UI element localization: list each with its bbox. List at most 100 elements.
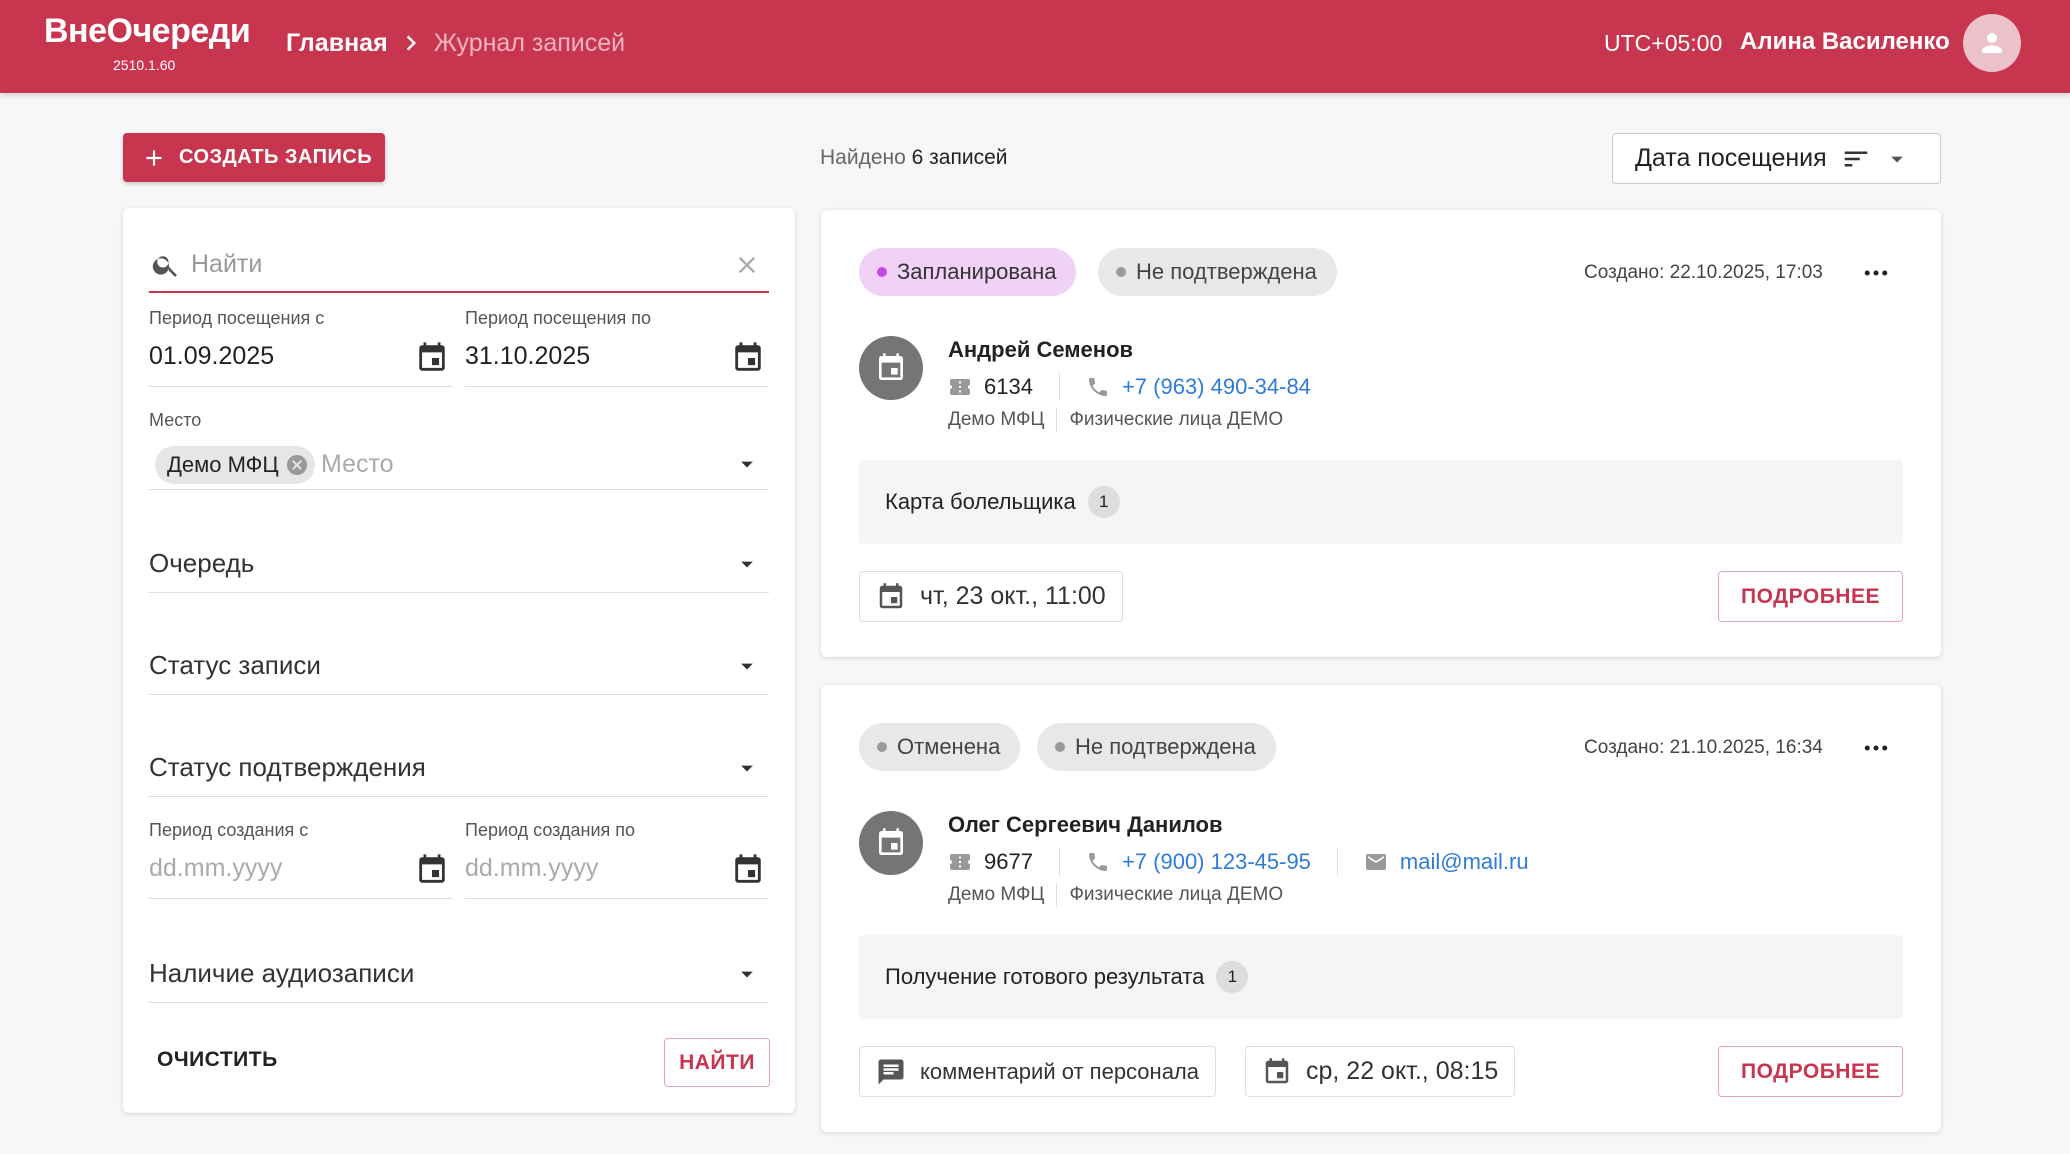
user-avatar-button[interactable]: [1963, 14, 2021, 72]
record-card: Отменена Не подтверждена Создано: 21.10.…: [821, 685, 1941, 1132]
visit-from-value[interactable]: 01.09.2025: [149, 342, 274, 371]
visit-datetime: ср, 22 окт., 08:15: [1245, 1046, 1516, 1097]
status-dot: [877, 742, 887, 752]
email-link[interactable]: mail@mail.ru: [1400, 849, 1529, 875]
results-count-value: 6 записей: [911, 146, 1008, 169]
queue-select[interactable]: Очередь: [149, 528, 769, 593]
clear-search-icon[interactable]: [733, 251, 761, 279]
created-from-input[interactable]: dd.mm.yyyy: [149, 854, 282, 883]
status-dot: [1116, 267, 1126, 277]
calendar-icon: [875, 827, 907, 859]
audio-presence-select[interactable]: Наличие аудиозаписи: [149, 938, 769, 1003]
record-avatar: [859, 811, 923, 875]
service-name: Получение готового результата: [885, 964, 1205, 989]
email-icon: [1364, 850, 1388, 874]
visit-datetime-value: чт, 23 окт., 11:00: [920, 582, 1106, 610]
dropdown-arrow-icon: [733, 450, 761, 478]
visit-from-field[interactable]: Период посещения с 01.09.2025: [149, 308, 453, 387]
record-avatar: [859, 336, 923, 400]
search-input[interactable]: [191, 250, 731, 279]
find-button[interactable]: НАЙТИ: [664, 1038, 770, 1087]
clear-filters-button[interactable]: ОЧИСТИТЬ: [157, 1048, 278, 1072]
app-version: 2510.1.60: [113, 57, 176, 73]
person-icon: [1977, 28, 2007, 58]
visit-to-value[interactable]: 31.10.2025: [465, 342, 590, 371]
place-placeholder: Место: [321, 450, 394, 478]
dropdown-arrow-icon: [733, 652, 761, 680]
service-item: Получение готового результата 1: [859, 935, 1903, 1019]
phone-link[interactable]: +7 (963) 490-34-84: [1122, 374, 1311, 400]
chevron-right-icon: [396, 28, 426, 58]
ticket-icon: [948, 375, 972, 399]
dropdown-arrow-icon: [733, 550, 761, 578]
status-badge: Запланирована: [859, 248, 1077, 296]
calendar-icon[interactable]: [731, 853, 765, 887]
location-row: Демо МФЦ Физические лица ДЕМО: [948, 883, 1283, 907]
place-chip-label: Демо МФЦ: [167, 452, 279, 477]
created-from-field[interactable]: Период создания с dd.mm.yyyy: [149, 820, 453, 899]
breadcrumb-home-link[interactable]: Главная: [286, 29, 388, 58]
details-button[interactable]: ПОДРОБНЕЕ: [1718, 571, 1903, 622]
more-options-icon[interactable]: [1861, 733, 1891, 763]
created-to-field[interactable]: Период создания по dd.mm.yyyy: [465, 820, 769, 899]
status-badge: Отменена: [859, 723, 1021, 771]
record-card: Запланирована Не подтверждена Создано: 2…: [821, 210, 1941, 657]
service-item: Карта болельщика 1: [859, 460, 1903, 544]
breadcrumb-current: Журнал записей: [433, 28, 626, 57]
confirmation-status-select[interactable]: Статус подтверждения: [149, 732, 769, 797]
calendar-icon: [875, 352, 907, 384]
place-select[interactable]: Место Демо МФЦ Место: [149, 410, 769, 490]
create-record-button[interactable]: СОЗДАТЬ ЗАПИСЬ: [123, 133, 385, 182]
created-to-input[interactable]: dd.mm.yyyy: [465, 854, 598, 883]
queue-name: Физические лица ДЕМО: [1069, 409, 1284, 430]
results-count: Найдено 6 записей: [820, 146, 1007, 170]
sort-select[interactable]: Дата посещения: [1612, 133, 1941, 184]
dropdown-arrow-icon: [733, 960, 761, 988]
sort-select-value: Дата посещения: [1635, 144, 1827, 172]
app-logo[interactable]: ВнеОчереди: [44, 12, 251, 51]
timezone-label: UTC+05:00: [1604, 30, 1723, 56]
calendar-icon[interactable]: [415, 853, 449, 887]
visit-datetime: чт, 23 окт., 11:00: [859, 571, 1123, 622]
ticket-number: 9677: [984, 849, 1033, 874]
confirmation-status-label: Статус подтверждения: [149, 752, 426, 782]
staff-comment-label: комментарий от персонала: [920, 1058, 1199, 1084]
visit-from-label: Период посещения с: [149, 308, 325, 328]
record-status-label: Статус записи: [149, 650, 321, 680]
office-name: Демо МФЦ: [948, 409, 1045, 430]
phone-icon: [1086, 850, 1110, 874]
phone-link[interactable]: +7 (900) 123-45-95: [1122, 849, 1311, 875]
confirmation-badge: Не подтверждена: [1037, 723, 1276, 771]
place-label: Место: [149, 410, 202, 430]
divider: [1056, 883, 1058, 907]
audio-presence-label: Наличие аудиозаписи: [149, 958, 415, 988]
contact-row: 6134 +7 (963) 490-34-84: [948, 372, 1311, 402]
user-name[interactable]: Алина Василенко: [1740, 28, 1950, 56]
calendar-icon[interactable]: [415, 341, 449, 375]
breadcrumb: Главная Журнал записей: [286, 28, 625, 58]
queue-name: Физические лица ДЕМО: [1069, 884, 1284, 905]
sort-icon: [1841, 144, 1871, 174]
search-icon: [151, 250, 181, 280]
plus-icon: [141, 145, 167, 171]
app-header: ВнеОчереди 2510.1.60 Главная Журнал запи…: [0, 0, 2070, 93]
staff-comment[interactable]: комментарий от персонала: [859, 1046, 1216, 1097]
details-button[interactable]: ПОДРОБНЕЕ: [1718, 1046, 1903, 1097]
dropdown-arrow-icon: [1883, 145, 1911, 173]
service-count-badge: 1: [1216, 961, 1249, 993]
calendar-icon[interactable]: [731, 341, 765, 375]
more-options-icon[interactable]: [1861, 258, 1891, 288]
calendar-icon: [876, 582, 906, 612]
create-record-label: СОЗДАТЬ ЗАПИСЬ: [179, 146, 373, 168]
ticket-icon: [948, 850, 972, 874]
divider: [1336, 848, 1338, 876]
location-row: Демо МФЦ Физические лица ДЕМО: [948, 408, 1283, 432]
record-status-select[interactable]: Статус записи: [149, 630, 769, 695]
service-count-badge: 1: [1087, 486, 1120, 518]
visit-to-field[interactable]: Период посещения по 31.10.2025: [465, 308, 769, 387]
comment-icon: [876, 1057, 906, 1087]
chip-remove-icon[interactable]: [285, 453, 309, 477]
visit-datetime-value: ср, 22 окт., 08:15: [1306, 1057, 1499, 1085]
divider: [1058, 848, 1060, 876]
contact-row: 9677 +7 (900) 123-45-95 mail@mail.ru: [948, 847, 1529, 877]
